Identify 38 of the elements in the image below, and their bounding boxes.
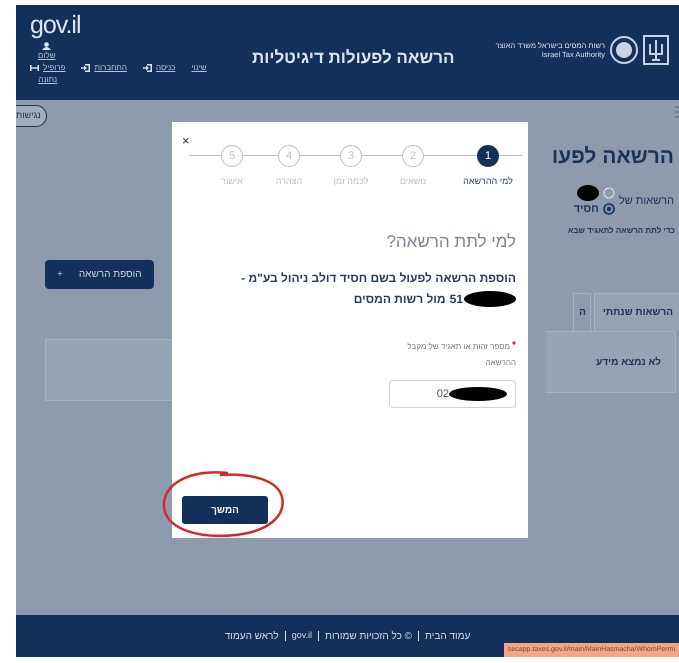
user-link[interactable]: נתונה: [38, 74, 58, 86]
description-text: מול רשות המסים: [354, 290, 446, 308]
footer-link[interactable]: © כל הזכויות שמורות: [325, 628, 412, 644]
dialog-heading: למי לתת הרשאה?: [385, 231, 516, 253]
tab[interactable]: ה: [572, 293, 591, 331]
step-circle[interactable]: 1: [477, 145, 499, 167]
field-label: מספר זהות או תאגיד של מקבל ההרשאה: [406, 340, 516, 369]
continue-button[interactable]: המשך: [182, 496, 268, 524]
footer-link[interactable]: עמוד הבית: [425, 628, 470, 644]
step-label[interactable]: למי ההרשאה: [463, 175, 513, 188]
greeting-link[interactable]: שלום: [38, 50, 56, 62]
id-number: 51: [450, 290, 463, 308]
user-link[interactable]: פרופיל: [43, 62, 66, 74]
description-text: הוספת הרשאה לפעול בשם חסיד דולב ניהול בע"מ -: [240, 270, 516, 286]
option-label[interactable]: חסיד: [574, 200, 599, 217]
tab[interactable]: הרשאות שנתתי: [594, 293, 679, 331]
page-title: הרשאה לפעולות דיגיטליות: [252, 47, 454, 69]
radio-button[interactable]: [602, 202, 615, 215]
login-icon: [81, 64, 90, 72]
owner-label: הרשאות של: [618, 194, 674, 208]
hint-text: כדי לתת הרשאה לתאגיד שבא: [566, 225, 675, 237]
arrows-icon: [30, 64, 39, 72]
page-title: הרשאה לפעו: [550, 144, 674, 170]
add-permission-button[interactable]: הוספת הרשאה +: [45, 260, 154, 288]
user-link[interactable]: כניסה: [156, 62, 176, 74]
footer-link[interactable]: לראש העמוד: [224, 628, 279, 644]
gov-il-logo[interactable]: gov.il: [292, 629, 312, 643]
login-icon: [142, 64, 152, 72]
input-field[interactable]: 02: [389, 380, 516, 408]
close-button[interactable]: ×: [182, 134, 190, 147]
gov-il-logo[interactable]: gov.il: [30, 13, 220, 38]
user-icon: [42, 42, 52, 50]
seal-icon: [609, 35, 639, 65]
user-link[interactable]: שינוי: [191, 62, 207, 74]
user-link[interactable]: התחברות: [94, 62, 127, 74]
accessibility-button[interactable]: נגישות: [16, 105, 47, 126]
empty-message: לא נמצא מידע: [596, 356, 661, 370]
emblem-icon: [643, 35, 669, 65]
